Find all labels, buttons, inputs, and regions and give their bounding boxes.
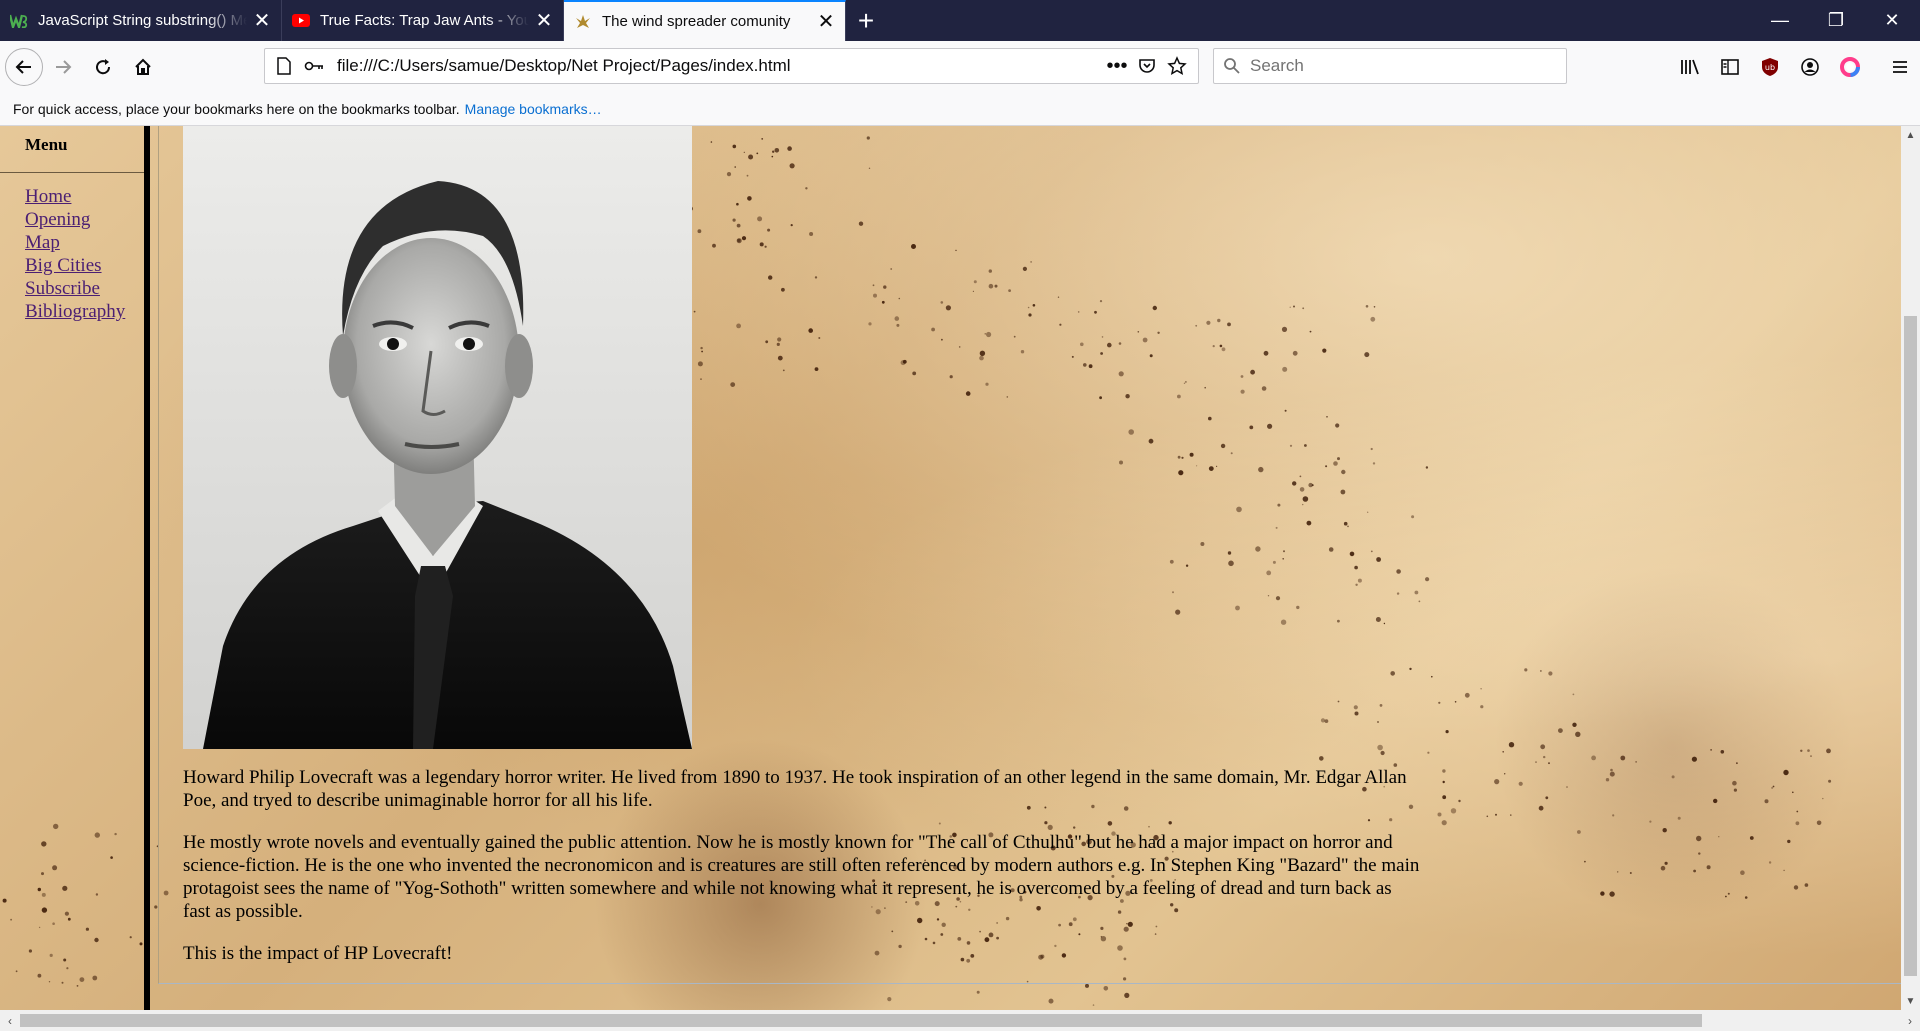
menu-link-subscribe[interactable]: Subscribe	[25, 278, 100, 299]
library-icon[interactable]	[1670, 47, 1710, 87]
menu-title: Menu	[0, 126, 144, 173]
new-tab-icon[interactable]: +	[846, 0, 886, 41]
menu-link-opening[interactable]: Opening	[25, 209, 90, 230]
w3schools-icon	[10, 12, 28, 30]
menu-item: Home	[25, 185, 144, 208]
minimize-icon[interactable]: —	[1752, 0, 1808, 41]
key-icon[interactable]	[299, 60, 329, 72]
menu-item: Subscribe	[25, 277, 144, 300]
forward-icon[interactable]	[43, 47, 83, 87]
menu-link-bibliography[interactable]: Bibliography	[25, 301, 125, 322]
address-bar[interactable]: file:///C:/Users/samue/Desktop/Net Proje…	[264, 48, 1199, 84]
page-viewport: Menu Home Opening Map Big Cities Subscri…	[0, 126, 1901, 1010]
toolbar-separator	[1870, 47, 1880, 87]
close-tab-icon[interactable]: ✕	[529, 6, 559, 36]
vertical-scrollbar[interactable]: ▲ ▼	[1901, 126, 1920, 1010]
restore-icon[interactable]: ❐	[1808, 0, 1864, 41]
search-bar[interactable]: Search	[1213, 48, 1567, 84]
close-tab-icon[interactable]: ✕	[811, 7, 841, 37]
scroll-left-icon[interactable]: ‹	[0, 1010, 20, 1031]
scroll-down-icon[interactable]: ▼	[1901, 992, 1920, 1010]
sidebar-menu: Menu Home Opening Map Big Cities Subscri…	[0, 126, 150, 1010]
navigation-toolbar: file:///C:/Users/samue/Desktop/Net Proje…	[0, 41, 1920, 93]
bookmarks-toolbar: For quick access, place your bookmarks h…	[0, 93, 1920, 126]
tab-youtube[interactable]: True Facts: Trap Jaw Ants - YouT ✕	[282, 0, 564, 41]
tab-title: JavaScript String substring() Me	[38, 12, 247, 29]
site-icon	[574, 13, 592, 31]
tab-title: The wind spreader comunity	[602, 13, 791, 30]
paragraph-1: Howard Philip Lovecraft was a legendary …	[183, 767, 1407, 811]
scroll-right-icon[interactable]: ›	[1900, 1010, 1920, 1031]
menu-item: Opening	[25, 208, 144, 231]
tab-w3schools[interactable]: JavaScript String substring() Me ✕	[0, 0, 282, 41]
svg-text:ub: ub	[1765, 63, 1775, 72]
menu-item: Bibliography	[25, 300, 144, 323]
page-info-icon[interactable]	[269, 57, 299, 75]
horizontal-scroll-thumb[interactable]	[20, 1014, 1702, 1027]
paragraph-2: He mostly wrote novels and eventually ga…	[183, 832, 1420, 922]
main-content: Howard Philip Lovecraft was a legendary …	[158, 126, 1901, 984]
manage-bookmarks-link[interactable]: Manage bookmarks…	[465, 101, 602, 117]
reload-icon[interactable]	[83, 47, 123, 87]
menu-list: Home Opening Map Big Cities Subscribe Bi…	[0, 173, 144, 323]
search-placeholder: Search	[1250, 56, 1304, 75]
vertical-scroll-thumb[interactable]	[1904, 316, 1917, 976]
bookmark-star-icon[interactable]	[1162, 56, 1192, 76]
extension-color-icon[interactable]	[1830, 47, 1870, 87]
horizontal-scrollbar[interactable]: ‹ ›	[0, 1010, 1920, 1031]
paragraph-3: This is the impact of HP Lovecraft!	[183, 943, 453, 964]
search-icon	[1214, 57, 1250, 75]
tab-title: True Facts: Trap Jaw Ants - YouT	[320, 12, 529, 29]
menu-link-home[interactable]: Home	[25, 186, 71, 207]
article-text: Howard Philip Lovecraft was a legendary …	[183, 766, 1423, 984]
window-close-icon[interactable]: ✕	[1864, 0, 1920, 41]
tab-active[interactable]: The wind spreader comunity ✕	[564, 0, 846, 41]
menu-item: Map	[25, 231, 144, 254]
youtube-icon	[292, 12, 310, 30]
back-icon[interactable]	[5, 48, 43, 86]
pocket-icon[interactable]	[1132, 57, 1162, 75]
sidebar-icon[interactable]	[1710, 47, 1750, 87]
menu-link-map[interactable]: Map	[25, 232, 60, 253]
portrait-photo	[183, 126, 692, 749]
menu-item: Big Cities	[25, 254, 144, 277]
account-icon[interactable]	[1790, 47, 1830, 87]
close-tab-icon[interactable]: ✕	[247, 6, 277, 36]
url-text: file:///C:/Users/samue/Desktop/Net Proje…	[337, 56, 791, 75]
page-actions-icon[interactable]: •••	[1102, 55, 1132, 78]
scroll-up-icon[interactable]: ▲	[1901, 126, 1920, 144]
menu-link-big-cities[interactable]: Big Cities	[25, 255, 102, 276]
ublock-icon[interactable]: ub	[1750, 47, 1790, 87]
bookmarks-hint: For quick access, place your bookmarks h…	[13, 101, 460, 117]
tab-strip: JavaScript String substring() Me ✕ True …	[0, 0, 1920, 41]
hamburger-menu-icon[interactable]	[1880, 47, 1920, 87]
home-icon[interactable]	[123, 47, 163, 87]
